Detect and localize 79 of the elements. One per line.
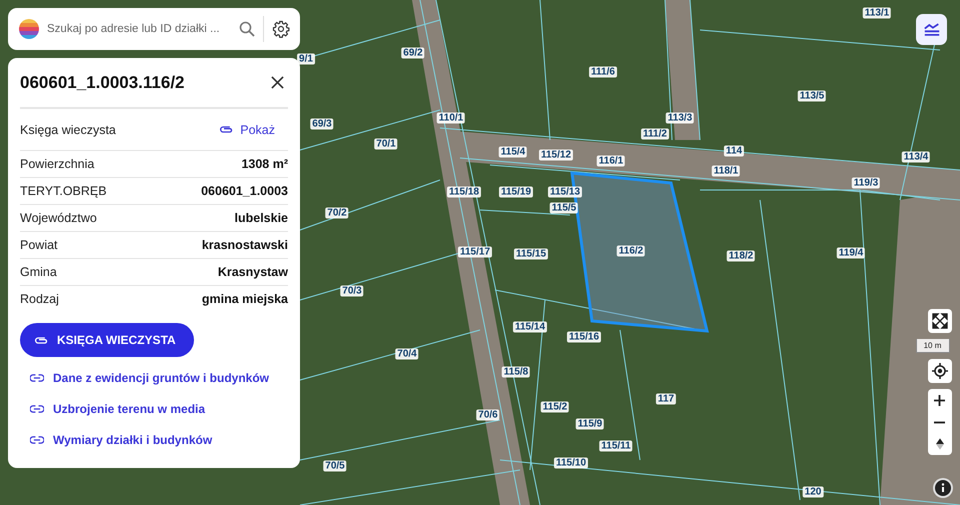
link[interactable]: Dane z ewidencji gruntów i budynków: [30, 370, 288, 386]
parcel-number: 70/1: [374, 138, 398, 150]
parcel-number: 115/11: [599, 440, 633, 452]
parcel-number: 69/2: [401, 48, 425, 58]
parcel-number: 70/5: [323, 460, 347, 472]
search-icon[interactable]: [239, 21, 255, 37]
parcel-number: 115/13: [548, 186, 582, 198]
parcel-number: 69/3: [310, 118, 334, 130]
fullscreen-button[interactable]: [928, 309, 952, 333]
parcel-number: 115/5: [550, 202, 578, 214]
parcel-number: 70/4: [395, 348, 419, 360]
plus-icon: [934, 394, 945, 406]
parcel-number: 113/1: [862, 8, 892, 18]
compass-icon: [936, 438, 944, 450]
link[interactable]: Wymiary działki i budynków: [30, 432, 288, 448]
settings-icon[interactable]: [272, 20, 290, 38]
parcel-number: 113/3: [666, 112, 694, 124]
parcel-number: 115/17: [458, 246, 492, 258]
parcel-number: 118/2: [726, 250, 756, 262]
property-value: 060601_1.0003: [201, 184, 288, 198]
search-field[interactable]: Szukaj po adresie lub ID działki ...: [47, 23, 235, 35]
show-link[interactable]: Pokaż: [219, 122, 275, 136]
property-label: Księga wieczysta: [20, 122, 116, 136]
property-value: 1308 m²: [241, 157, 288, 171]
target-icon: [932, 363, 948, 379]
link[interactable]: Uzbrojenie terenu w media: [30, 401, 288, 417]
parcel-number: 117: [656, 394, 676, 404]
link-icon: [30, 405, 44, 413]
scale-bar: 10 m: [916, 339, 950, 353]
info-icon: [935, 480, 951, 496]
parcel-number: 116/1: [596, 156, 626, 166]
property-label: Powiat: [20, 238, 58, 252]
parcel-number: 119/3: [852, 178, 880, 188]
parcel-number: 119/4: [836, 248, 866, 258]
property-label: Gmina: [20, 265, 57, 279]
parcel-number: 115/18: [446, 186, 482, 198]
parcel-number: 114: [724, 146, 744, 156]
parcel-number: 70/2: [325, 208, 349, 218]
parcel-number: 115/4: [498, 146, 528, 158]
paperclip-icon: [219, 125, 234, 134]
layers-button[interactable]: [916, 14, 947, 45]
parcel-number: 70/3: [340, 286, 364, 296]
parcel-number: 70/6: [476, 410, 500, 420]
parcel-number: 113/4: [902, 152, 930, 162]
parcel-number: 115/14: [512, 322, 548, 332]
parcel-number: 115/12: [538, 150, 574, 160]
property-label: Rodzaj: [20, 292, 59, 306]
parcel-number: 115/15: [514, 248, 548, 260]
parcel-title: 060601_1.0003.116/2: [20, 72, 185, 92]
property-value: lubelskie: [234, 211, 288, 225]
parcel-number: 9/1: [297, 54, 315, 64]
parcel-number: 115/16: [566, 332, 602, 342]
paperclip-icon: [34, 336, 49, 344]
close-icon[interactable]: [271, 76, 284, 89]
parcel-number: 116/2: [616, 246, 646, 256]
property-label: Powierzchnia: [20, 157, 94, 171]
link-icon: [30, 374, 44, 382]
layers-icon: [922, 22, 940, 37]
parcel-number: 110/1: [436, 112, 466, 124]
parcel-number: 111/2: [641, 128, 669, 140]
property-label: Województwo: [20, 211, 97, 225]
locate-button[interactable]: [928, 359, 952, 383]
property-value: krasnostawski: [202, 238, 288, 252]
parcel-number: 115/2: [540, 402, 570, 412]
property-label: TERYT.OBRĘB: [20, 184, 107, 198]
parcel-number: 113/5: [798, 90, 826, 102]
parcel-number: 115/10: [554, 458, 588, 468]
parcel-number: 115/19: [498, 186, 534, 198]
property-value: Krasnystaw: [218, 265, 288, 279]
expand-icon: [932, 313, 948, 329]
parcel-number: 120: [802, 486, 824, 498]
parcel-number: 115/8: [502, 366, 530, 378]
link-icon: [30, 436, 44, 444]
property-value: gmina miejska: [202, 292, 288, 306]
land-register-button[interactable]: KSIĘGA WIECZYSTA: [20, 323, 194, 357]
parcel-number: 115/9: [576, 418, 604, 430]
parcel-number: 111/6: [589, 66, 617, 78]
parcel-number: 118/1: [712, 166, 740, 176]
logo-icon: [19, 19, 39, 39]
